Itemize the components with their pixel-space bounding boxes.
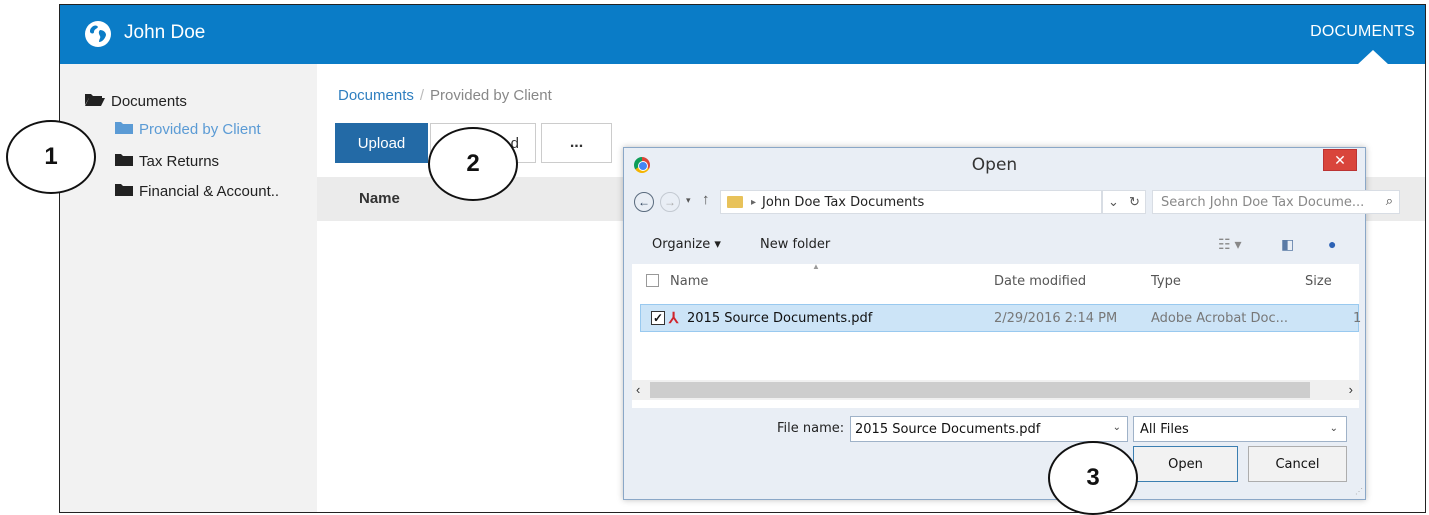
column-header-name[interactable]: Name: [359, 190, 400, 207]
file-size: 1: [1353, 311, 1362, 326]
search-placeholder: Search John Doe Tax Docume...: [1161, 194, 1365, 210]
refresh-icon[interactable]: ↻: [1129, 194, 1140, 210]
file-row[interactable]: ✓ ⅄ 2015 Source Documents.pdf 2/29/2016 …: [640, 304, 1362, 332]
resize-grip-icon[interactable]: ⋰: [1355, 487, 1363, 496]
organize-menu[interactable]: Organize ▾: [652, 237, 721, 252]
sort-arrow-icon: ▲: [812, 262, 820, 271]
folder-icon: [115, 121, 133, 138]
open-button[interactable]: Open: [1133, 446, 1238, 482]
app-window: John Doe DOCUMENTS Documents Provided by…: [59, 4, 1426, 513]
file-type-select[interactable]: All Files ⌄: [1133, 416, 1347, 442]
close-button[interactable]: ✕: [1323, 149, 1357, 171]
address-bar[interactable]: ▸ John Doe Tax Documents: [720, 190, 1102, 214]
back-arrow-icon[interactable]: ←: [634, 192, 654, 212]
pdf-icon: ⅄: [669, 310, 679, 327]
file-name-value: 2015 Source Documents.pdf: [855, 421, 1041, 437]
sidebar: Documents Provided by Client Tax Returns…: [60, 64, 317, 512]
file-name-input[interactable]: 2015 Source Documents.pdf ⌄: [850, 416, 1128, 442]
horizontal-scrollbar[interactable]: ‹ ›: [632, 380, 1359, 400]
address-dropdown-chevron-icon[interactable]: ⌄: [1108, 194, 1119, 210]
more-options-button[interactable]: ...: [541, 123, 612, 163]
search-input[interactable]: Search John Doe Tax Docume... ⌕: [1152, 190, 1400, 214]
folder-icon: [727, 196, 743, 208]
globe-icon: [85, 21, 111, 47]
file-type: Adobe Acrobat Doc...: [1151, 311, 1289, 326]
search-icon: ⌕: [1385, 194, 1393, 209]
breadcrumb-separator: /: [419, 87, 425, 104]
callout-3: 3: [1048, 441, 1138, 515]
column-header-date-modified[interactable]: Date modified: [994, 274, 1086, 289]
folder-icon: [115, 153, 133, 170]
breadcrumb-current: Provided by Client: [430, 87, 552, 104]
help-icon[interactable]: ●: [1328, 236, 1336, 252]
file-checkbox[interactable]: ✓: [651, 311, 665, 325]
chevron-right-icon: ▸: [751, 196, 757, 208]
open-file-dialog: Open ✕ ← → ▾ ↑ ▸ John Doe Tax Documents …: [623, 147, 1400, 500]
command-bar: Organize ▾ New folder ☷ ▾ ◧ ●: [624, 230, 1365, 260]
address-tools: ⌄ ↻: [1102, 190, 1146, 214]
address-row: ← → ▾ ↑ ▸ John Doe Tax Documents ⌄ ↻ Sea…: [632, 188, 1400, 216]
cancel-button[interactable]: Cancel: [1248, 446, 1347, 482]
column-header-name[interactable]: Name: [670, 274, 708, 289]
dialog-title: Open: [971, 155, 1018, 175]
select-all-checkbox[interactable]: [646, 274, 659, 287]
folder-open-icon: [85, 92, 105, 110]
breadcrumb-documents[interactable]: Documents: [338, 87, 414, 104]
top-bar: John Doe DOCUMENTS: [60, 5, 1425, 65]
upload-button[interactable]: Upload: [335, 123, 428, 163]
scroll-right-icon[interactable]: ›: [1349, 382, 1353, 397]
scroll-left-icon[interactable]: ‹: [636, 382, 640, 397]
sidebar-item-financial-accounting[interactable]: Financial & Account..: [115, 183, 279, 200]
preview-pane-icon[interactable]: ◧: [1281, 236, 1294, 253]
recent-locations-chevron-icon[interactable]: ▾: [686, 195, 691, 206]
up-arrow-icon[interactable]: ↑: [702, 191, 710, 208]
sidebar-item-provided-by-client[interactable]: Provided by Client: [115, 121, 261, 138]
address-path: John Doe Tax Documents: [762, 194, 925, 210]
file-name: 2015 Source Documents.pdf: [687, 311, 873, 326]
column-header-size[interactable]: Size: [1305, 274, 1332, 289]
column-header-type[interactable]: Type: [1151, 274, 1181, 289]
nav-documents[interactable]: DOCUMENTS: [1310, 23, 1415, 41]
scrollbar-thumb[interactable]: [650, 382, 1310, 398]
new-folder-button[interactable]: New folder: [760, 237, 830, 252]
active-nav-pointer: [1357, 50, 1389, 65]
sidebar-item-label: Provided by Client: [139, 121, 261, 138]
user-name[interactable]: John Doe: [124, 22, 205, 44]
sidebar-item-label: Documents: [111, 92, 187, 110]
sidebar-item-label: Financial & Account..: [139, 183, 280, 200]
breadcrumb: Documents / Provided by Client: [338, 87, 552, 104]
folder-icon: [115, 183, 133, 200]
callout-2: 2: [428, 127, 518, 201]
file-date-modified: 2/29/2016 2:14 PM: [994, 311, 1118, 326]
sidebar-item-tax-returns[interactable]: Tax Returns: [115, 153, 219, 170]
callout-1: 1: [6, 120, 96, 194]
file-name-label: File name:: [777, 421, 845, 436]
chevron-down-icon[interactable]: ⌄: [1113, 422, 1121, 433]
sidebar-item-label: Tax Returns: [139, 153, 220, 170]
chevron-down-icon[interactable]: ⌄: [1330, 423, 1338, 434]
file-type-value: All Files: [1140, 421, 1189, 437]
view-options-icon[interactable]: ☷ ▾: [1218, 236, 1241, 253]
sidebar-item-documents[interactable]: Documents: [85, 92, 187, 110]
forward-arrow-icon[interactable]: →: [660, 192, 680, 212]
